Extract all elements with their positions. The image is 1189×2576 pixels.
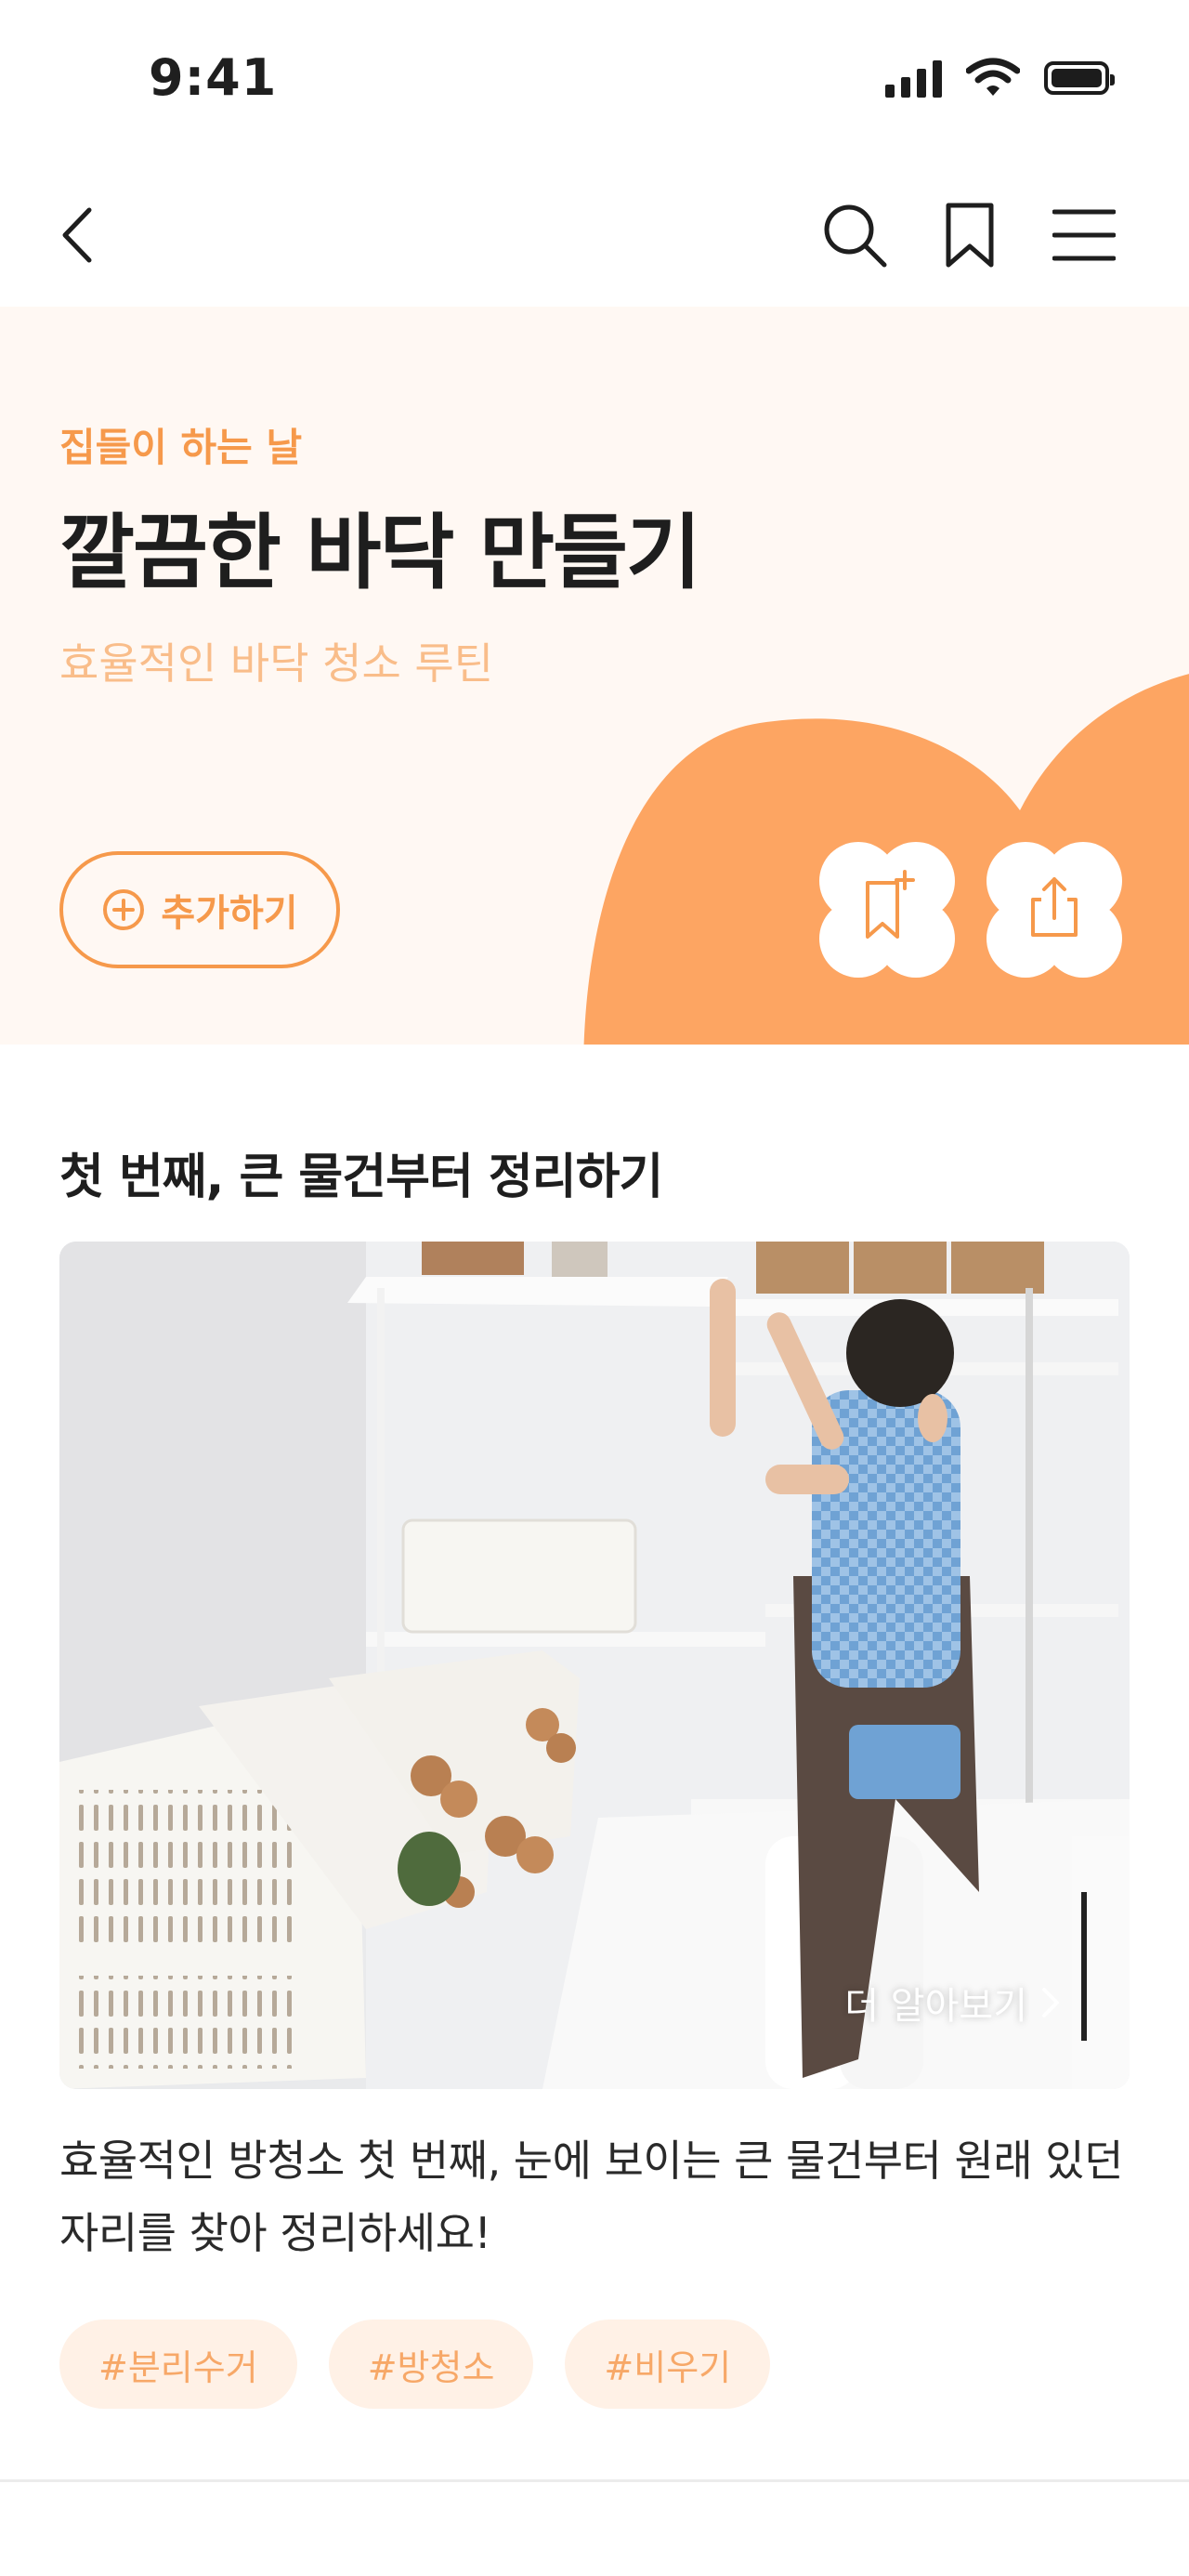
section-description: 효율적인 방청소 첫 번째, 눈에 보이는 큰 물건부터 원래 있던 자리를 찾… (59, 2136, 1123, 2258)
wifi-icon (966, 58, 1020, 96)
bookmark-icon (946, 203, 994, 268)
hero-banner: 집들이 하는 날 깔끔한 바닥 만들기 효율적인 바닥 청소 루틴 추가하기 (0, 307, 1189, 1045)
cellular-signal-icon (885, 59, 942, 98)
top-navigation-bar (0, 177, 1189, 307)
bookmark-button[interactable] (928, 193, 1012, 277)
add-button[interactable]: 추가하기 (59, 851, 340, 968)
add-button-label: 추가하기 (161, 892, 298, 935)
tag-chip[interactable]: #비우기 (565, 2320, 771, 2409)
status-icons (885, 58, 1115, 99)
status-bar: 9:41 (0, 0, 1189, 158)
learn-more-label: 더 알아보기 (844, 1985, 1027, 2028)
status-time: 9:41 (149, 48, 278, 107)
tag-chip[interactable]: #방청소 (328, 2320, 534, 2409)
battery-icon (1044, 61, 1115, 95)
search-icon (824, 204, 887, 268)
save-to-collection-button[interactable] (812, 835, 962, 985)
menu-button[interactable] (1042, 193, 1126, 277)
hero-subtitle: 효율적인 바닥 청소 루틴 (59, 638, 494, 689)
search-button[interactable] (813, 193, 896, 277)
pantry-organizing-photo (59, 1242, 1130, 2089)
hamburger-menu-icon (1052, 209, 1116, 261)
plus-circle-icon (103, 889, 145, 930)
share-button[interactable] (979, 835, 1130, 985)
chevron-left-icon (62, 207, 92, 263)
hero-title: 깔끔한 바닥 만들기 (59, 505, 701, 600)
hero-category-tag: 집들이 하는 날 (59, 425, 303, 470)
back-button[interactable] (35, 193, 119, 277)
learn-more-link[interactable]: 더 알아보기 (844, 1976, 1061, 2030)
tag-list: #분리수거 #방청소 #비우기 (59, 2320, 771, 2409)
bookmark-add-icon (819, 842, 955, 978)
section-title: 첫 번째, 큰 물건부터 정리하기 (59, 1150, 663, 1205)
article-photo[interactable]: 더 알아보기 (59, 1242, 1130, 2089)
tag-chip[interactable]: #분리수거 (59, 2320, 297, 2409)
section-divider (0, 2479, 1189, 2482)
share-icon (986, 842, 1122, 978)
chevron-right-icon (1042, 1988, 1059, 2017)
